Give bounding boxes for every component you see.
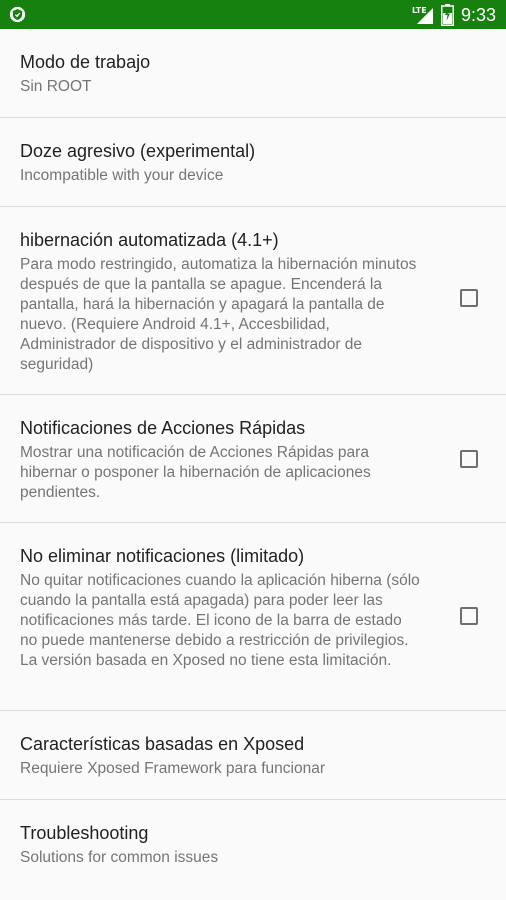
setting-summary: No quitar notificaciones cuando la aplic… (20, 572, 420, 669)
setting-title: Modo de trabajo (20, 52, 151, 72)
setting-summary: Requiere Xposed Framework para funcionar (20, 760, 325, 777)
battery-charging-icon (441, 4, 454, 26)
setting-title: Doze agresivo (experimental) (20, 141, 256, 161)
setting-keep-notifications[interactable]: No eliminar notificaciones (limitado) No… (0, 523, 506, 711)
setting-summary: Solutions for common issues (20, 849, 219, 866)
setting-automated-hibernation[interactable]: hibernación automatizada (4.1+) Para mod… (0, 207, 506, 395)
setting-title: No eliminar notificaciones (limitado) (20, 546, 305, 566)
setting-title: Notificaciones de Acciones Rápidas (20, 418, 306, 438)
setting-quick-actions-notification[interactable]: Notificaciones de Acciones Rápidas Mostr… (0, 395, 506, 523)
settings-list: Modo de trabajo Sin ROOT Doze agresivo (… (0, 29, 506, 889)
shield-app-icon (9, 6, 26, 23)
automated-hibernation-checkbox[interactable] (460, 289, 478, 307)
setting-summary: Mostrar una notificación de Acciones Ráp… (20, 444, 371, 501)
setting-work-mode[interactable]: Modo de trabajo Sin ROOT (0, 29, 506, 118)
setting-title: hibernación automatizada (4.1+) (20, 230, 279, 250)
lte-signal-icon: LTE (412, 6, 433, 24)
svg-text:LTE: LTE (412, 6, 427, 15)
setting-aggressive-doze[interactable]: Doze agresivo (experimental) Incompatibl… (0, 118, 506, 207)
setting-title: Características basadas en Xposed (20, 734, 305, 754)
setting-summary: Incompatible with your device (20, 167, 224, 184)
setting-title: Troubleshooting (20, 823, 149, 843)
setting-summary: Sin ROOT (20, 78, 92, 95)
setting-troubleshooting[interactable]: Troubleshooting Solutions for common iss… (0, 800, 506, 889)
setting-xposed-features[interactable]: Características basadas en Xposed Requie… (0, 711, 506, 800)
status-bar: LTE 9:33 (0, 0, 506, 29)
setting-summary: Para modo restringido, automatiza la hib… (20, 256, 417, 373)
clock-time: 9:33 (460, 5, 496, 25)
keep-notifications-checkbox[interactable] (460, 607, 478, 625)
quick-actions-notification-checkbox[interactable] (460, 450, 478, 468)
